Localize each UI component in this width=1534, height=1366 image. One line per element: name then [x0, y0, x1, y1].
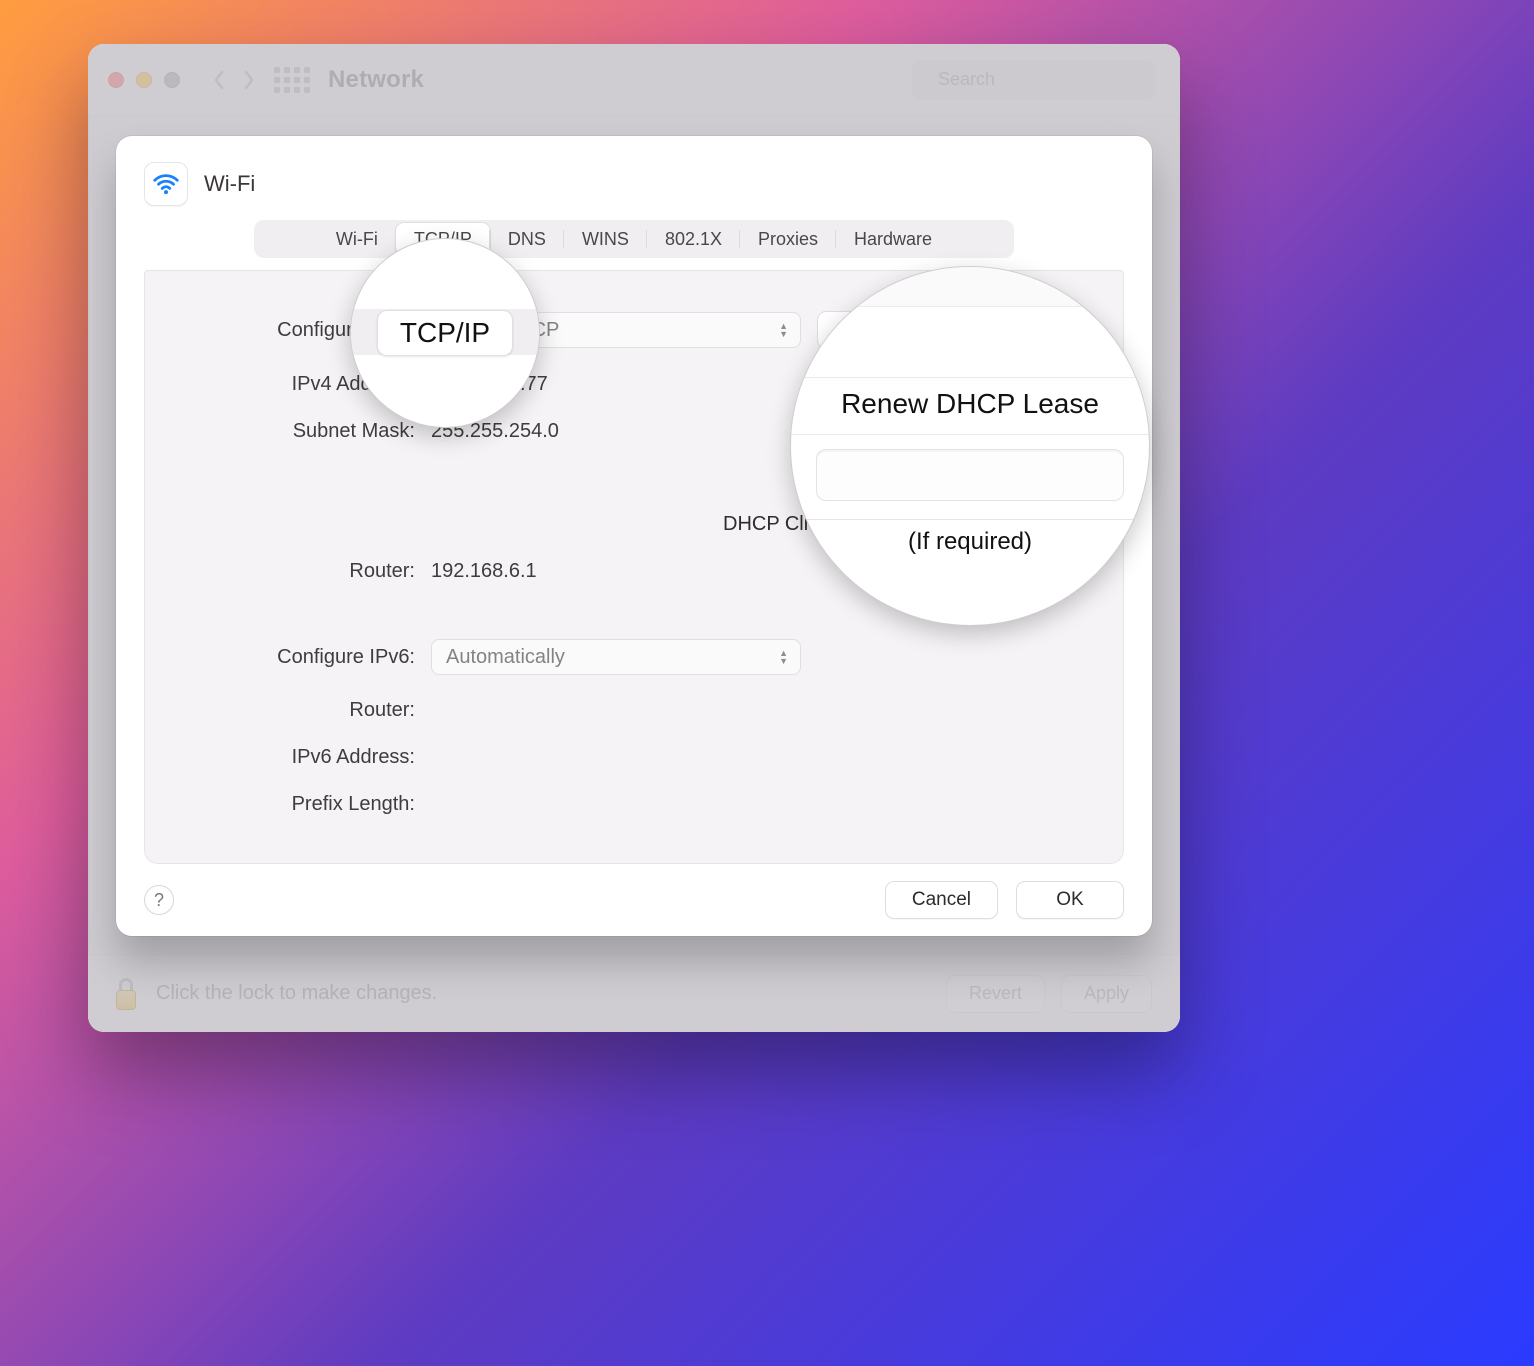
- callout-if-required-hint: (If required): [908, 528, 1032, 556]
- callout-tcpip-chip: TCP/IP: [377, 310, 513, 356]
- callout-lens-tcpip-tab: TCP/IP: [350, 238, 540, 428]
- select-chevrons-icon: ▲▼: [779, 322, 788, 338]
- close-window-button[interactable]: [108, 72, 124, 88]
- callout-renew-dhcp-button: Renew DHCP Lease: [791, 377, 1149, 435]
- lock-label: Click the lock to make changes.: [156, 982, 437, 1005]
- configure-ipv6-select[interactable]: Automatically ▲▼: [431, 639, 801, 675]
- window-footer: Click the lock to make changes. Revert A…: [88, 954, 1180, 1032]
- tab-proxies[interactable]: Proxies: [740, 223, 836, 255]
- show-all-prefs-icon[interactable]: [274, 67, 310, 93]
- window-title: Network: [328, 66, 424, 94]
- wifi-icon: [144, 162, 188, 206]
- window-traffic-lights: [108, 72, 180, 88]
- callout-lens-renew-dhcp: Renew DHCP Lease (If required): [790, 266, 1150, 626]
- value-router-ipv4: 192.168.6.1: [431, 560, 801, 583]
- sheet-title: Wi-Fi: [204, 171, 255, 197]
- label-ipv6-address: IPv6 Address:: [292, 746, 415, 769]
- label-prefix-length: Prefix Length:: [292, 793, 415, 816]
- nav-forward-button[interactable]: [234, 60, 264, 100]
- configure-ipv6-value: Automatically: [446, 646, 565, 669]
- help-button[interactable]: ?: [144, 885, 174, 915]
- network-preferences-window: Network Click the lock to make changes. …: [88, 44, 1180, 1032]
- label-router-ipv4: Router:: [349, 560, 415, 583]
- tab-hardware[interactable]: Hardware: [836, 223, 950, 255]
- lock-icon[interactable]: [112, 978, 140, 1010]
- select-chevrons-icon: ▲▼: [779, 649, 788, 665]
- ok-button[interactable]: OK: [1016, 881, 1124, 919]
- revert-button[interactable]: Revert: [946, 975, 1045, 1013]
- minimize-window-button[interactable]: [136, 72, 152, 88]
- search-input[interactable]: [936, 68, 1172, 91]
- window-toolbar: Network: [88, 44, 1180, 116]
- tab-8021x[interactable]: 802.1X: [647, 223, 740, 255]
- zoom-window-button[interactable]: [164, 72, 180, 88]
- nav-back-button[interactable]: [204, 60, 234, 100]
- search-field[interactable]: [912, 60, 1156, 100]
- wifi-advanced-sheet: Wi-Fi Wi-Fi TCP/IP DNS WINS 802.1X Proxi…: [116, 136, 1152, 936]
- apply-button[interactable]: Apply: [1061, 975, 1152, 1013]
- label-router-ipv6: Router:: [349, 699, 415, 722]
- label-configure-ipv6: Configure IPv6:: [277, 646, 415, 669]
- callout-dhcp-client-id-input: [816, 449, 1124, 501]
- cancel-button[interactable]: Cancel: [885, 881, 998, 919]
- tab-wins[interactable]: WINS: [564, 223, 647, 255]
